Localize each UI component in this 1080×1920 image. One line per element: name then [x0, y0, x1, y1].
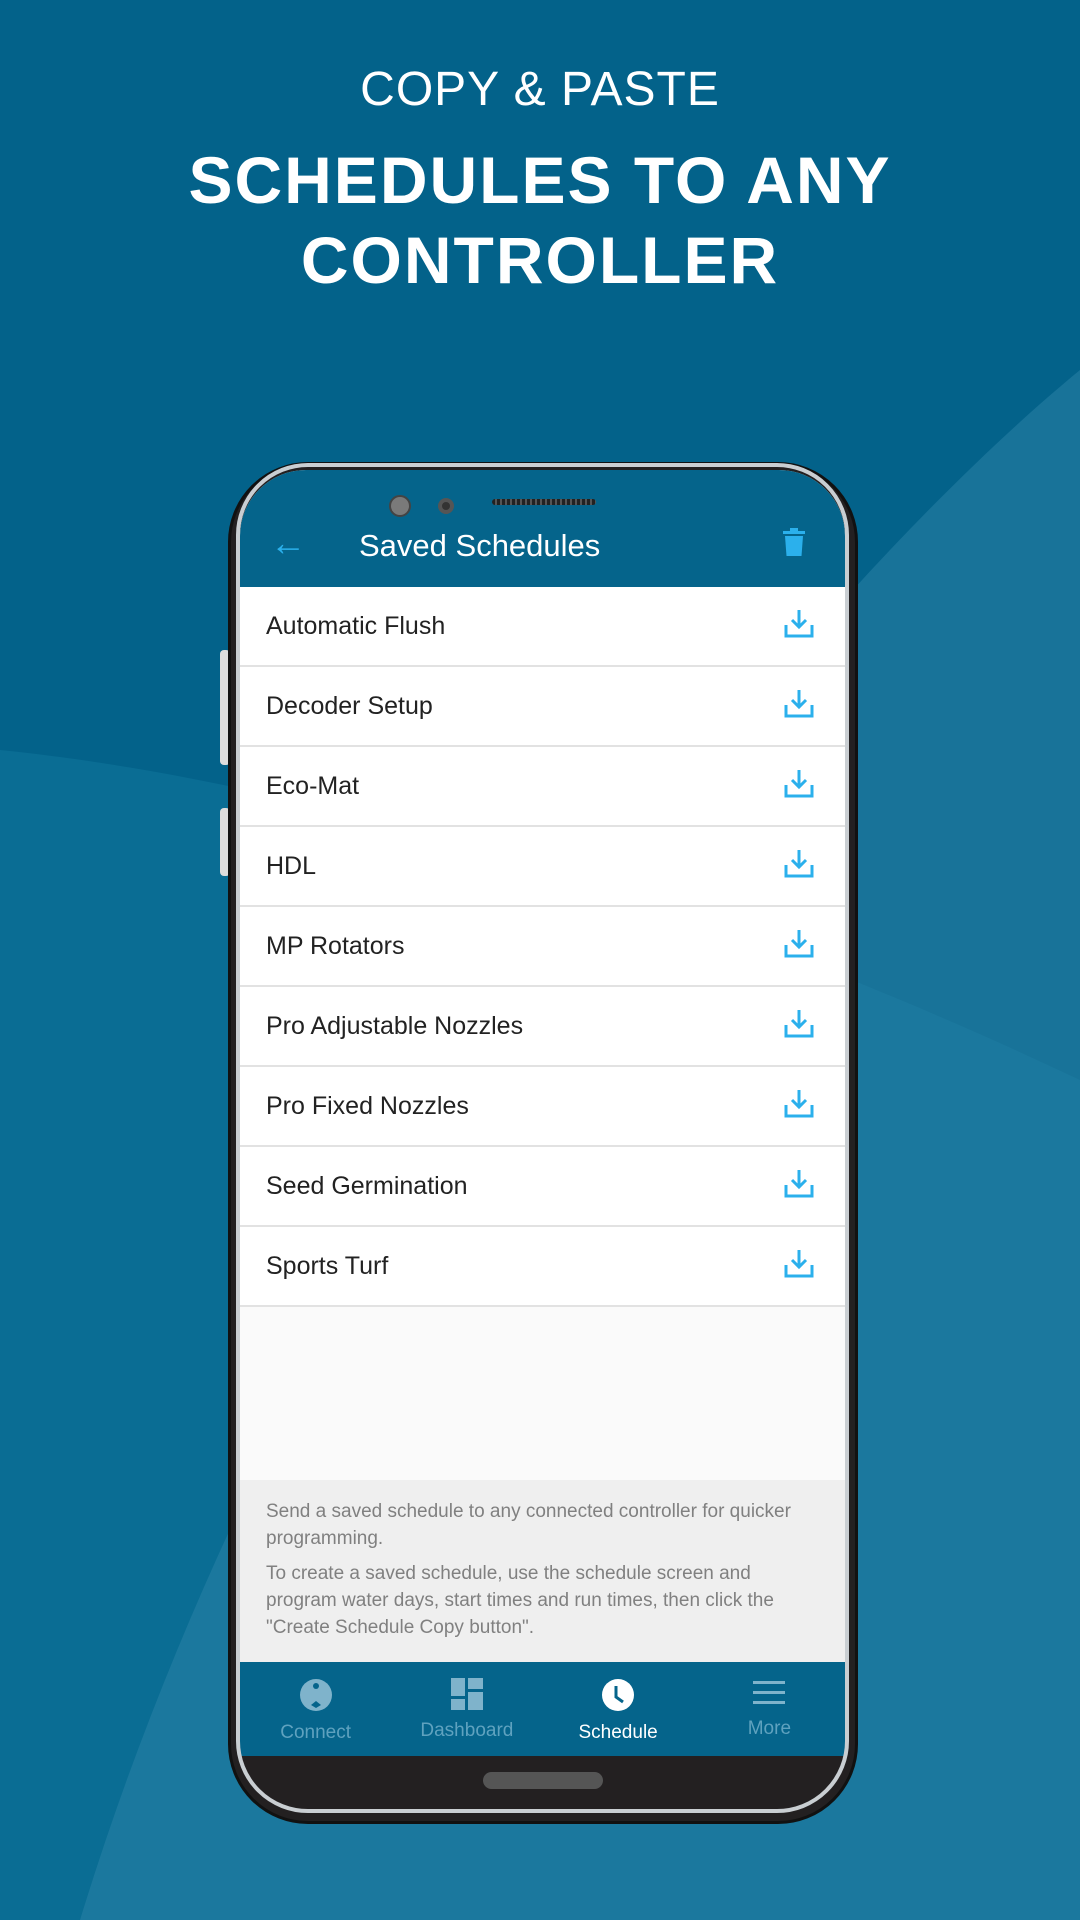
nav-label: Dashboard — [420, 1720, 514, 1741]
page-title: Saved Schedules — [359, 528, 601, 563]
schedule-label: Eco-Mat — [266, 771, 360, 800]
info-panel: Send a saved schedule to any connected c… — [240, 1480, 845, 1662]
schedule-row[interactable]: Pro Adjustable Nozzles — [240, 987, 845, 1067]
schedule-row[interactable]: Decoder Setup — [240, 667, 845, 747]
dashboard-icon — [450, 1678, 483, 1720]
info-text: To create a saved schedule, use the sche… — [266, 1563, 774, 1638]
download-icon[interactable] — [783, 1247, 815, 1286]
app-bar: ← Saved Schedules — [240, 470, 845, 587]
download-icon[interactable] — [783, 767, 815, 806]
schedule-label: Seed Germination — [266, 1171, 468, 1200]
promo-title-line: SCHEDULES TO ANY — [188, 143, 892, 217]
download-icon[interactable] — [783, 1167, 815, 1206]
download-icon[interactable] — [783, 1087, 815, 1126]
arrow-left-icon[interactable]: ← — [270, 525, 306, 561]
speaker-grille — [492, 499, 596, 505]
schedule-label: HDL — [266, 851, 317, 880]
schedule-row[interactable]: Sports Turf — [240, 1227, 845, 1307]
schedule-row[interactable]: Automatic Flush — [240, 587, 845, 667]
schedule-label: Decoder Setup — [266, 691, 433, 720]
schedule-label: Automatic Flush — [266, 611, 446, 640]
nav-label: More — [747, 1718, 792, 1739]
download-icon[interactable] — [783, 847, 815, 886]
nav-item-schedule[interactable]: Schedule — [543, 1662, 694, 1756]
clock-icon — [601, 1678, 635, 1722]
camera-icon — [389, 495, 411, 517]
nav-item-connect[interactable]: Connect — [240, 1662, 391, 1756]
connect-icon — [299, 1678, 333, 1722]
nav-item-more[interactable]: More — [694, 1662, 845, 1756]
menu-icon — [753, 1678, 786, 1718]
download-icon[interactable] — [783, 927, 815, 966]
sensor-icon — [438, 498, 454, 514]
schedule-row[interactable]: Seed Germination — [240, 1147, 845, 1227]
promo-subtitle: COPY & PASTE — [360, 63, 720, 116]
app-screen: ← Saved Schedules Automatic Flush Decoder… — [240, 470, 845, 1756]
download-icon[interactable] — [783, 687, 815, 726]
nav-item-dashboard[interactable]: Dashboard — [391, 1662, 542, 1756]
trash-icon[interactable] — [783, 528, 805, 556]
schedule-row[interactable]: Eco-Mat — [240, 747, 845, 827]
schedule-list: Automatic Flush Decoder Setup Eco-Mat HDL MP… — [240, 587, 845, 1307]
home-indicator — [483, 1772, 603, 1789]
info-text: Send a saved schedule to any connected c… — [266, 1501, 791, 1549]
schedule-label: MP Rotators — [266, 931, 405, 960]
download-icon[interactable] — [783, 1007, 815, 1046]
schedule-label: Pro Fixed Nozzles — [266, 1091, 469, 1120]
nav-label: Connect — [280, 1722, 352, 1743]
schedule-row[interactable]: HDL — [240, 827, 845, 907]
schedule-row[interactable]: Pro Fixed Nozzles — [240, 1067, 845, 1147]
download-icon[interactable] — [783, 607, 815, 646]
schedule-label: Pro Adjustable Nozzles — [266, 1011, 524, 1040]
bottom-nav: Connect Dashboard Schedule More — [240, 1662, 845, 1756]
promo-title-line: CONTROLLER — [300, 223, 780, 297]
nav-label: Schedule — [578, 1722, 658, 1743]
promo-title: SCHEDULES TO ANY CONTROLLER — [0, 140, 1080, 300]
schedule-label: Sports Turf — [266, 1251, 389, 1280]
schedule-row[interactable]: MP Rotators — [240, 907, 845, 987]
